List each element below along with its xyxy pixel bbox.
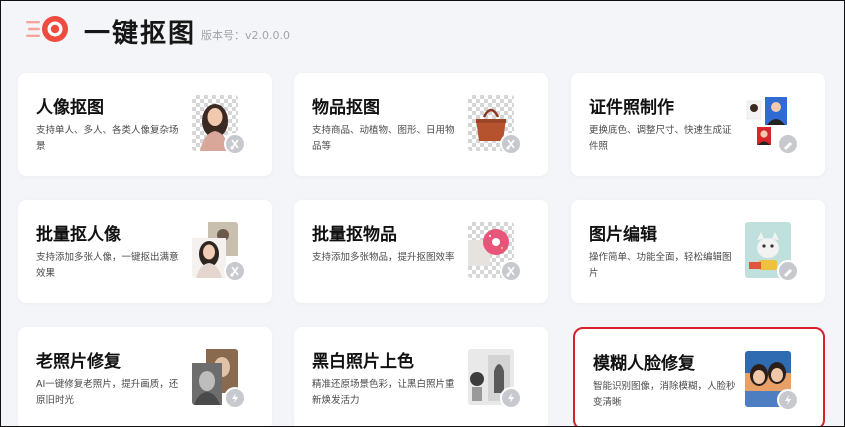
restore-icon: [224, 387, 246, 409]
card-desc: 支持添加多张物品，提升抠图效率: [312, 252, 455, 263]
card-desc: 更换底色、调整尺寸、快速生成证件照: [589, 125, 732, 152]
card-desc: AI一键修复老照片，提升画质，还原旧时光: [36, 379, 179, 406]
card-batch-portrait[interactable]: 批量抠人像 支持添加多张人像，一键抠出满意效果: [18, 200, 272, 303]
card-title: 批量抠物品: [312, 225, 397, 245]
cutout-icon: [500, 260, 522, 282]
brand-title: 一键抠图: [84, 19, 197, 49]
card-desc: 智能识别图像，消除模糊，人脸秒变清晰: [593, 381, 736, 408]
card-batch-object[interactable]: 批量抠物品 支持添加多张物品，提升抠图效率: [294, 200, 548, 303]
version-label: 版本号：v2.0.0.0: [201, 29, 290, 42]
app-window: 一键抠图 版本号：v2.0.0.0 人像抠图 支持单人、多人、各类人像复杂场景 …: [0, 0, 845, 427]
card-old-photo-restore[interactable]: 老照片修复 AI一键修复老照片，提升画质，还原旧时光: [18, 327, 272, 426]
colorize-icon: [500, 387, 522, 409]
cutout-icon: [224, 133, 246, 155]
card-title: 黑白照片上色: [312, 352, 414, 372]
card-title: 物品抠图: [312, 98, 380, 118]
card-portrait-cutout[interactable]: 人像抠图 支持单人、多人、各类人像复杂场景: [18, 73, 272, 176]
card-desc: 支持单人、多人、各类人像复杂场景: [36, 125, 179, 152]
edit-icon: [777, 260, 799, 282]
cutout-icon: [500, 133, 522, 155]
card-desc: 操作简单、功能全面，轻松编辑图片: [589, 252, 732, 279]
app-logo-icon: [26, 16, 68, 42]
card-desc: 支持商品、动植物、图形、日用物品等: [312, 125, 455, 152]
header: 一键抠图 版本号：v2.0.0.0: [1, 1, 844, 61]
id-photo-icon: [777, 133, 799, 155]
card-image-edit[interactable]: 图片编辑 操作简单、功能全面，轻松编辑图片: [571, 200, 825, 303]
card-title: 老照片修复: [36, 352, 121, 372]
card-id-photo[interactable]: 证件照制作 更换底色、调整尺寸、快速生成证件照: [571, 73, 825, 176]
card-colorize[interactable]: 黑白照片上色 精准还原场景色彩，让黑白照片重新焕发活力: [294, 327, 548, 426]
card-title: 图片编辑: [589, 225, 657, 245]
card-desc: 精准还原场景色彩，让黑白照片重新焕发活力: [312, 379, 455, 406]
card-face-deblur[interactable]: 模糊人脸修复 智能识别图像，消除模糊，人脸秒变清晰: [573, 327, 825, 426]
card-title: 人像抠图: [36, 98, 104, 118]
card-object-cutout[interactable]: 物品抠图 支持商品、动植物、图形、日用物品等: [294, 73, 548, 176]
card-title: 模糊人脸修复: [593, 354, 695, 374]
deblur-icon: [777, 389, 799, 411]
cutout-icon: [224, 260, 246, 282]
card-desc: 支持添加多张人像，一键抠出满意效果: [36, 252, 179, 279]
card-title: 批量抠人像: [36, 225, 121, 245]
card-title: 证件照制作: [589, 98, 674, 118]
